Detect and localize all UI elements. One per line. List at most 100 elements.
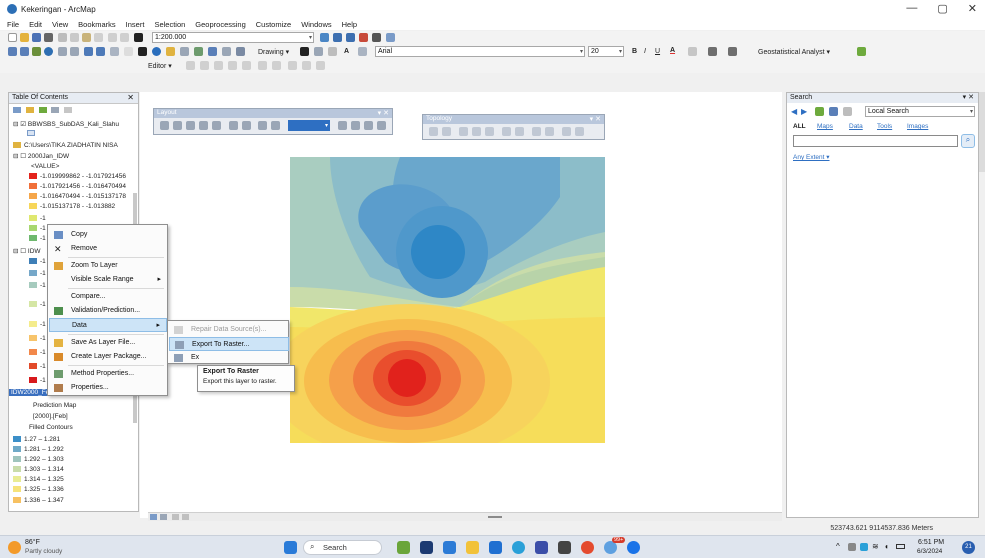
show-shared-icon[interactable] — [575, 127, 584, 136]
menu-item-copy[interactable]: Copy — [49, 228, 167, 242]
straight-segment-icon[interactable] — [214, 61, 223, 70]
layout-zoom-combo[interactable]: ▾ — [288, 120, 330, 131]
font-name-combo[interactable]: Arial ▾ — [375, 46, 585, 57]
list-by-visibility-icon[interactable] — [38, 107, 47, 114]
cloud-icon[interactable] — [860, 543, 868, 551]
layout-fixed-zoom-out-icon[interactable] — [242, 121, 251, 130]
zoom-out-icon[interactable] — [20, 47, 29, 56]
menu-insert[interactable]: Insert — [126, 20, 145, 29]
catalog-icon[interactable] — [346, 33, 355, 42]
layout-zoom-out-icon[interactable] — [173, 121, 182, 130]
right-dock-tabs[interactable] — [979, 92, 985, 172]
marker-color-icon[interactable] — [728, 47, 737, 56]
clock-time[interactable]: 6:51 PM — [918, 539, 944, 546]
table-of-contents-icon[interactable] — [333, 33, 342, 42]
search-scope-combo[interactable]: Local Search ▾ — [865, 106, 975, 117]
underline-icon[interactable]: U — [655, 48, 660, 55]
fill-color-icon[interactable] — [688, 47, 697, 56]
layout-zoom-in-icon[interactable] — [160, 121, 169, 130]
menu-item-compare[interactable]: Compare... — [49, 290, 167, 304]
layout-pan-icon[interactable] — [186, 121, 195, 130]
camera-icon[interactable] — [558, 541, 571, 554]
save-icon[interactable] — [32, 33, 41, 42]
toc-options-icon[interactable] — [64, 107, 73, 114]
battery-icon[interactable] — [896, 544, 905, 549]
menu-selection[interactable]: Selection — [154, 20, 185, 29]
clear-selection-icon[interactable] — [124, 47, 133, 56]
trace-icon[interactable] — [242, 61, 251, 70]
map-scale-combo[interactable]: 1:200.000 ▾ — [152, 32, 314, 43]
model-builder-icon[interactable] — [386, 33, 395, 42]
time-slider-icon[interactable] — [222, 47, 231, 56]
search-extent-dropdown[interactable]: Any Extent ▾ — [793, 153, 830, 161]
construct-features-icon[interactable] — [459, 127, 468, 136]
create-features-icon[interactable] — [316, 61, 325, 70]
volume-icon[interactable]: ◖ — [884, 542, 889, 551]
search-forward-icon[interactable]: ▶ — [801, 107, 807, 116]
search-tab-maps[interactable]: Maps — [817, 123, 833, 130]
html-popup-icon[interactable] — [166, 47, 175, 56]
validate-extent-icon[interactable] — [515, 127, 524, 136]
fix-topology-error-icon[interactable] — [532, 127, 541, 136]
error-inspector-icon[interactable] — [545, 127, 554, 136]
arcmap-taskbar-icon[interactable] — [397, 541, 410, 554]
fixed-zoom-in-icon[interactable] — [58, 47, 67, 56]
split-tool-icon[interactable] — [258, 61, 267, 70]
font-size-combo[interactable]: 20 ▾ — [588, 46, 624, 57]
back-extent-icon[interactable] — [84, 47, 93, 56]
geostat-wizard-icon[interactable] — [857, 47, 866, 56]
delete-icon[interactable] — [94, 33, 103, 42]
menu-edit[interactable]: Edit — [29, 20, 42, 29]
font-color-icon[interactable]: A — [670, 47, 675, 54]
search-tab-all[interactable]: ALL — [793, 123, 806, 130]
wifi-icon[interactable]: ≋ — [872, 542, 879, 551]
edit-vertices-icon[interactable] — [358, 47, 367, 56]
notification-center-icon[interactable]: 21 — [962, 541, 975, 554]
select-features-icon[interactable] — [110, 47, 119, 56]
edge-icon[interactable] — [443, 541, 456, 554]
layout-view-icon[interactable] — [160, 514, 167, 520]
list-by-drawing-order-icon[interactable] — [13, 107, 21, 114]
minimize-button[interactable]: — — [906, 2, 917, 15]
topology-edit-icon[interactable] — [442, 127, 451, 136]
search-refresh-icon[interactable] — [829, 107, 838, 116]
open-folder-icon[interactable] — [20, 33, 29, 42]
weather-temp[interactable]: 86°F — [25, 539, 40, 546]
drawing-menu[interactable]: Drawing ▾ — [258, 48, 289, 56]
italic-icon[interactable]: I — [644, 48, 646, 55]
text-tool-icon[interactable]: A — [344, 48, 349, 55]
layout-fixed-zoom-in-icon[interactable] — [229, 121, 238, 130]
chrome-alt-icon[interactable] — [627, 541, 640, 554]
layout-whole-page-icon[interactable] — [199, 121, 208, 130]
list-by-source-icon[interactable] — [25, 107, 34, 114]
pan-icon[interactable] — [32, 47, 41, 56]
python-icon[interactable] — [372, 33, 381, 42]
cut-icon[interactable] — [58, 33, 67, 42]
list-by-selection-icon[interactable] — [51, 107, 60, 114]
measure-icon[interactable] — [194, 47, 203, 56]
search-tab-data[interactable]: Data — [849, 123, 863, 130]
undo-icon[interactable] — [108, 33, 117, 42]
menu-item-zoom-to-layer[interactable]: Zoom To Layer — [49, 259, 167, 273]
photos-icon[interactable] — [535, 541, 548, 554]
horizontal-scrollbar[interactable] — [488, 516, 502, 518]
add-data-icon[interactable] — [134, 33, 143, 42]
geostatistical-analyst-menu[interactable]: Geostatistical Analyst ▾ — [758, 48, 830, 56]
data-driven-pages-icon[interactable] — [377, 121, 386, 130]
change-layout-icon[interactable] — [364, 121, 373, 130]
windows-start-icon[interactable] — [284, 541, 297, 554]
identify-icon[interactable] — [152, 47, 161, 56]
toc-layer-subdas[interactable]: ⊟ ☑ BBWSBS_SubDAS_Kali_Slahu — [13, 120, 119, 128]
edit-annotation-icon[interactable] — [200, 61, 209, 70]
close-button[interactable]: ✕ — [968, 2, 977, 15]
menu-item-export-to-raster[interactable]: Export To Raster... — [169, 337, 289, 351]
editor-menu[interactable]: Editor ▾ — [148, 62, 172, 70]
layout-toolbar-close-icon[interactable]: ▾ ✕ — [378, 109, 389, 117]
search-back-icon[interactable]: ◀ — [791, 107, 797, 116]
menu-view[interactable]: View — [52, 20, 68, 29]
layout-forward-icon[interactable] — [271, 121, 280, 130]
attributes-icon[interactable] — [288, 61, 297, 70]
layout-back-icon[interactable] — [258, 121, 267, 130]
menu-windows[interactable]: Windows — [301, 20, 331, 29]
search-tab-tools[interactable]: Tools — [877, 123, 892, 130]
